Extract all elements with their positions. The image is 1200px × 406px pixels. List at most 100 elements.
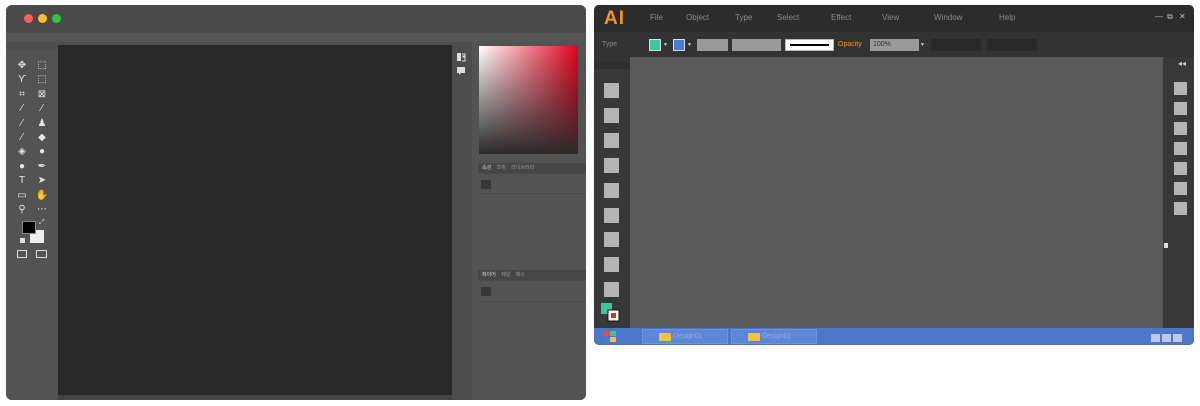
menu-view[interactable]: View xyxy=(882,13,899,22)
blur-tool-icon[interactable]: ● xyxy=(35,146,49,158)
eraser-tool-icon[interactable]: ◆ xyxy=(35,132,49,144)
tab-adjustments[interactable]: 조정 xyxy=(497,165,506,171)
more-tools-icon[interactable]: ⋯ xyxy=(35,204,49,216)
swap-colors-icon[interactable]: ⤢ xyxy=(39,219,45,227)
tools-panel xyxy=(594,69,630,329)
comments-panel-icon[interactable] xyxy=(456,66,466,76)
chevron-down-icon[interactable]: ▼ xyxy=(687,42,692,48)
move-tool-icon[interactable]: ✥ xyxy=(15,60,29,72)
taskbar-item-design01[interactable]: Design01 xyxy=(642,329,728,344)
tool-button[interactable] xyxy=(604,132,619,148)
tab-libraries[interactable]: 라이브러리 xyxy=(511,165,534,171)
brush-tool-icon[interactable]: ⁄ xyxy=(15,118,29,130)
tool-button[interactable] xyxy=(604,182,619,198)
screen-mode-icon[interactable] xyxy=(36,250,47,258)
variable-width-field[interactable] xyxy=(732,39,781,51)
panel-divider xyxy=(478,301,586,302)
close-window-button[interactable] xyxy=(24,14,33,23)
menu-file[interactable]: File xyxy=(650,13,663,22)
folder-icon xyxy=(659,333,671,341)
minimize-icon[interactable]: — xyxy=(1155,12,1163,21)
close-icon[interactable]: ✕ xyxy=(1179,12,1186,21)
chevron-down-icon[interactable]: ▼ xyxy=(663,42,668,48)
minimize-window-button[interactable] xyxy=(38,14,47,23)
path-select-tool-icon[interactable]: ➤ xyxy=(35,175,49,187)
menu-bar: AI File Object Type Select Effect View W… xyxy=(594,5,1194,32)
zoom-window-button[interactable] xyxy=(52,14,61,23)
panel-divider xyxy=(478,280,586,281)
tool-button[interactable] xyxy=(604,232,619,248)
tray-icon[interactable] xyxy=(1173,334,1182,342)
menu-window[interactable]: Window xyxy=(934,13,962,22)
artboard-canvas[interactable] xyxy=(630,57,1163,328)
brush-definition-field[interactable] xyxy=(785,39,834,51)
collapse-panels-icon[interactable]: ◂◂ xyxy=(1178,59,1186,68)
panel-button[interactable] xyxy=(1174,102,1187,115)
tray-icon[interactable] xyxy=(1162,334,1171,342)
history-brush-tool-icon[interactable]: ⁄ xyxy=(15,132,29,144)
title-bar xyxy=(6,5,586,33)
layers-swatch[interactable] xyxy=(481,287,491,296)
quick-mask-icon[interactable] xyxy=(17,250,27,258)
fill-color-swatch[interactable] xyxy=(649,39,661,51)
tray-icon[interactable] xyxy=(1151,334,1160,342)
stamp-tool-icon[interactable]: ♟ xyxy=(35,118,49,130)
tool-button[interactable] xyxy=(604,83,619,98)
style-field[interactable] xyxy=(931,39,981,51)
tab-channels[interactable]: 채널 xyxy=(501,272,510,278)
taskbar-item-design02[interactable]: Design02 xyxy=(731,329,817,344)
opacity-input[interactable]: 100% xyxy=(870,39,919,51)
quick-select-tool-icon[interactable]: ⬚ xyxy=(35,74,49,86)
restore-icon[interactable]: ⧉ xyxy=(1167,12,1173,22)
document-canvas[interactable] xyxy=(58,45,452,395)
start-menu-icon[interactable] xyxy=(603,331,616,343)
tab-layers[interactable]: 레이어 xyxy=(482,272,496,278)
panel-divider xyxy=(478,173,586,174)
lasso-tool-icon[interactable]: ϒ xyxy=(15,74,29,86)
pen-tool-icon[interactable]: ✒ xyxy=(35,161,49,173)
tool-button[interactable] xyxy=(604,282,619,298)
color-picker-field[interactable] xyxy=(479,46,578,154)
marquee-tool-icon[interactable]: ⬚ xyxy=(35,60,49,72)
paint-bucket-tool-icon[interactable]: ◈ xyxy=(15,146,29,158)
menu-object[interactable]: Object xyxy=(686,13,709,22)
taskbar: Design01 Design02 xyxy=(594,328,1194,345)
tab-properties[interactable]: 속성 xyxy=(482,165,491,171)
default-colors-icon[interactable] xyxy=(20,238,25,243)
fill-stroke-icon[interactable] xyxy=(601,303,621,323)
panel-button[interactable] xyxy=(1174,162,1187,175)
menu-help[interactable]: Help xyxy=(999,13,1015,22)
chevron-down-icon[interactable]: ▼ xyxy=(920,42,925,48)
stroke-color-swatch[interactable] xyxy=(673,39,685,51)
tool-button[interactable] xyxy=(604,207,619,223)
options-bar xyxy=(6,33,586,42)
frame-tool-icon[interactable]: ⊠ xyxy=(35,89,49,101)
crop-tool-icon[interactable]: ⌗ xyxy=(15,89,29,101)
eyedropper-tool-icon[interactable]: ⁄ xyxy=(15,103,29,115)
tool-button[interactable] xyxy=(604,157,619,173)
panel-button[interactable] xyxy=(1174,122,1187,135)
dodge-tool-icon[interactable]: ● xyxy=(15,161,29,173)
panel-button[interactable] xyxy=(1174,82,1187,95)
zoom-tool-icon[interactable]: ⚲ xyxy=(15,204,29,216)
type-tool-icon[interactable]: T xyxy=(15,175,29,187)
taskbar-item-label: Design01 xyxy=(673,333,703,340)
document-setup-field[interactable] xyxy=(987,39,1037,51)
healing-brush-tool-icon[interactable]: ⁄ xyxy=(35,103,49,115)
panel-button[interactable] xyxy=(1174,142,1187,155)
hand-tool-icon[interactable]: ✋ xyxy=(35,190,49,202)
properties-swatch[interactable] xyxy=(481,180,491,189)
menu-type[interactable]: Type xyxy=(735,13,752,22)
rectangle-tool-icon[interactable]: ▭ xyxy=(15,190,29,202)
panel-button[interactable] xyxy=(1174,182,1187,195)
menu-effect[interactable]: Effect xyxy=(831,13,851,22)
tab-paths[interactable]: 패스 xyxy=(516,272,525,278)
tool-button[interactable] xyxy=(604,257,619,273)
stroke-weight-field[interactable] xyxy=(697,39,728,51)
foreground-color-swatch[interactable] xyxy=(22,221,36,234)
tool-button[interactable] xyxy=(604,107,619,123)
history-panel-icon[interactable] xyxy=(456,52,466,62)
menu-select[interactable]: Select xyxy=(777,13,799,22)
panel-button[interactable] xyxy=(1174,202,1187,215)
scrollbar-handle[interactable] xyxy=(1164,243,1168,248)
